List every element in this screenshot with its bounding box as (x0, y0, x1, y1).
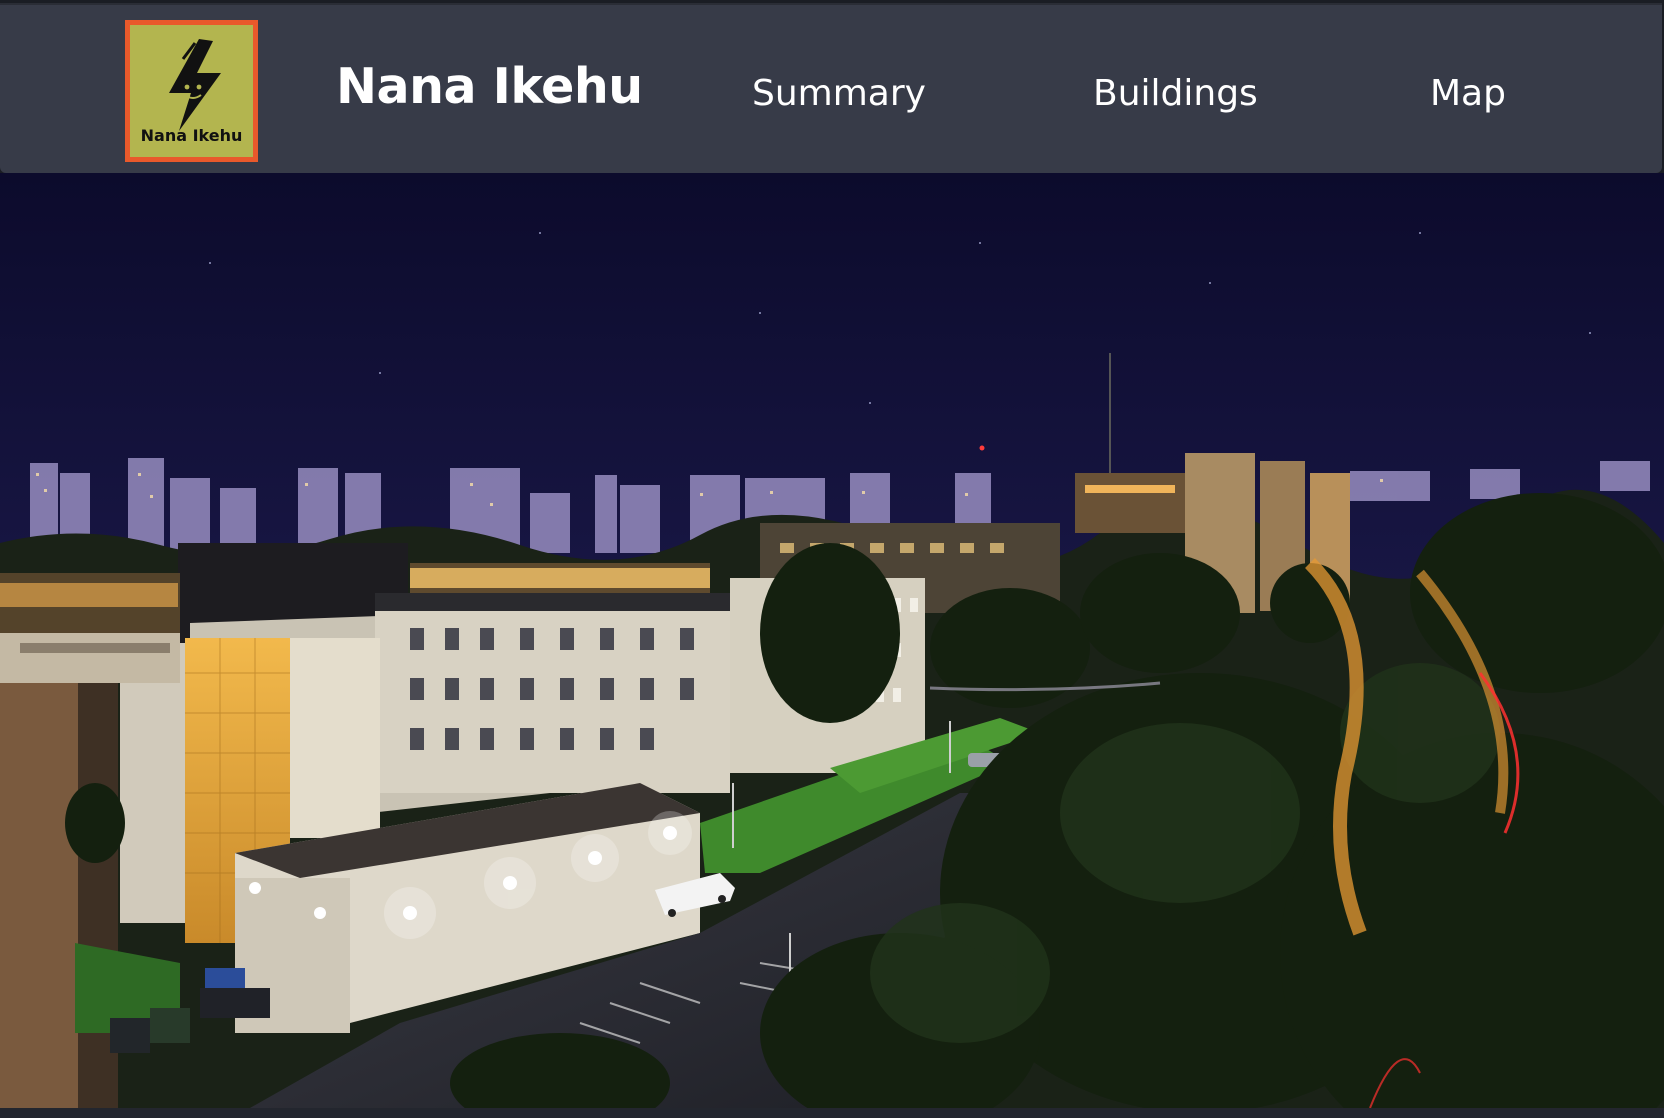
hero-image (0, 173, 1664, 1108)
nav-summary[interactable]: Summary (752, 73, 926, 114)
brand-title[interactable]: Nana Ikehu (336, 58, 643, 115)
nav-buildings[interactable]: Buildings (1093, 73, 1258, 114)
nav-map[interactable]: Map (1430, 73, 1506, 114)
lightning-bolt-icon (169, 39, 221, 131)
logo[interactable]: Nana Ikehu (125, 20, 258, 162)
bottom-edge (0, 1108, 1664, 1118)
campus-night-photo (0, 173, 1664, 1108)
logo-text: Nana Ikehu (140, 126, 243, 145)
page: Nana Ikehu Nana Ikehu Summary Buildings … (0, 0, 1664, 1118)
navbar: Nana Ikehu Nana Ikehu Summary Buildings … (0, 3, 1662, 173)
